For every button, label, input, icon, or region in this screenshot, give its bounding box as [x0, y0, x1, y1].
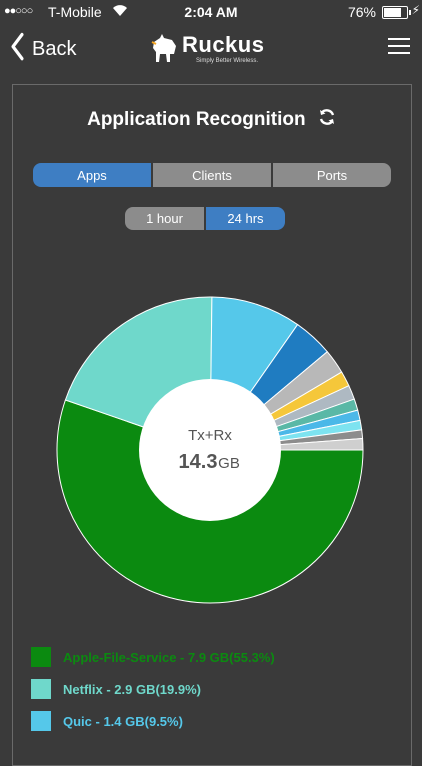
status-bar: ●●○○○ T-Mobile 2:04 AM 76% ⚡: [0, 0, 422, 24]
logo-wordmark: Ruckus: [182, 32, 265, 57]
legend-item[interactable]: Apple-File-Service - 7.9 GB(55.3%): [31, 643, 401, 675]
ruckus-logo: Ruckus Simply Better Wireless.: [150, 30, 280, 70]
tab-1-hour[interactable]: 1 hour: [125, 207, 206, 230]
tab-clients[interactable]: Clients: [153, 163, 273, 187]
legend-label: Apple-File-Service - 7.9 GB(55.3%): [63, 650, 275, 665]
center-value: 14.3: [179, 451, 218, 473]
center-unit: GB: [218, 455, 240, 472]
tab-apps[interactable]: Apps: [33, 163, 153, 187]
application-pie-chart: Tx+Rx 14.3 GB: [56, 296, 364, 604]
category-tabs: Apps Clients Ports: [33, 163, 391, 187]
navigation-bar: Back Ruckus Simply Better Wireless.: [0, 24, 422, 74]
back-label: Back: [32, 37, 77, 60]
page-title-row: Application Recognition: [13, 107, 411, 133]
logo-tagline: Simply Better Wireless.: [196, 58, 259, 64]
center-label: Tx+Rx: [188, 427, 232, 444]
legend-item[interactable]: Netflix - 2.9 GB(19.9%): [31, 675, 401, 707]
legend-swatch: [31, 711, 51, 731]
back-button[interactable]: Back: [10, 32, 77, 66]
center-hole: [139, 379, 281, 521]
battery-percentage: 76%: [347, 4, 376, 20]
hamburger-menu-icon[interactable]: [388, 38, 410, 56]
legend-label: Netflix - 2.9 GB(19.9%): [63, 682, 201, 697]
chevron-left-icon: [10, 32, 24, 66]
legend-item[interactable]: Quic - 1.4 GB(9.5%): [31, 707, 401, 739]
time-range-tabs: 1 hour 24 hrs: [125, 207, 285, 230]
dog-logo-icon: [151, 34, 176, 62]
legend-label: Quic - 1.4 GB(9.5%): [63, 714, 183, 729]
page-title: Application Recognition: [87, 109, 306, 130]
content-panel: Application Recognition Apps Clients Por…: [12, 84, 412, 766]
chart-legend: Apple-File-Service - 7.9 GB(55.3%) Netfl…: [31, 643, 401, 739]
battery-icon: [382, 6, 411, 19]
legend-swatch: [31, 647, 51, 667]
tab-24-hrs[interactable]: 24 hrs: [206, 207, 285, 230]
charging-icon: ⚡: [411, 3, 420, 17]
legend-swatch: [31, 679, 51, 699]
refresh-icon[interactable]: [317, 107, 337, 133]
tab-ports[interactable]: Ports: [273, 163, 391, 187]
